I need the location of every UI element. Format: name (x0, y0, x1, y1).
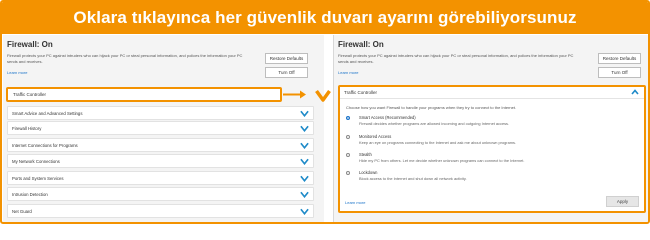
radio-button[interactable] (346, 171, 350, 175)
traffic-controller-section: Traffic Controller Choose how you want F… (338, 85, 646, 213)
page-title: Firewall: On (338, 40, 384, 49)
learn-more-link[interactable]: Learn more (345, 200, 365, 205)
option-description: Block access to the Internet and shut do… (359, 176, 467, 181)
option-name: Monitored Access (359, 134, 392, 139)
caption-banner: Oklara tıklayınca her güvenlik duvarı ay… (2, 2, 648, 34)
restore-defaults-button[interactable]: Restore Defaults (598, 53, 641, 64)
option-description: Firewall decides whether programs are al… (359, 121, 510, 126)
option-name: Lockdown (359, 170, 378, 175)
accordion-firewall-history[interactable]: Firewall History (7, 121, 314, 135)
chevron-down-icon[interactable] (300, 158, 309, 165)
accordion-label: Firewall History (12, 126, 42, 131)
arrow-right-icon (283, 90, 306, 99)
accordion-label: Traffic Controller (13, 92, 47, 97)
radio-button[interactable] (346, 135, 350, 139)
accordion-network-connections[interactable]: My Network Connections (7, 154, 314, 168)
accordion-label: Internet Connections for Programs (12, 143, 78, 148)
screenshot-frame: Oklara tıklayınca her güvenlik duvarı ay… (0, 0, 650, 224)
option-description: Keep an eye on programs connecting to th… (359, 140, 517, 145)
radio-button-selected[interactable] (346, 116, 350, 120)
accordion-label: Net Guard (12, 209, 32, 214)
accordion-intrusion-detection[interactable]: Intrusion Detection (7, 187, 314, 201)
turn-off-button[interactable]: Turn Off (265, 67, 308, 78)
section-title[interactable]: Traffic Controller (344, 90, 377, 95)
accordion-label: Intrusion Detection (12, 192, 48, 197)
firewall-panel-collapsed: Firewall: On Firewall protects your PC a… (3, 35, 324, 222)
chevron-down-icon[interactable] (300, 175, 309, 182)
accordion-label: Smart Advice and Advanced Settings (12, 111, 83, 116)
learn-more-link[interactable]: Learn more (7, 70, 27, 75)
traffic-controller-intro: Choose how you want Firewall to handle y… (346, 105, 517, 110)
divider (340, 98, 644, 99)
page-title: Firewall: On (7, 40, 53, 49)
accordion-smart-advice[interactable]: Smart Advice and Advanced Settings (7, 106, 314, 120)
chevron-down-icon[interactable] (300, 191, 309, 198)
chevron-down-icon[interactable] (300, 208, 309, 215)
restore-defaults-button[interactable]: Restore Defaults (265, 53, 308, 64)
accordion-internet-connections[interactable]: Internet Connections for Programs (7, 138, 314, 152)
accordion-ports-services[interactable]: Ports and System Services (7, 171, 314, 185)
chevron-down-icon[interactable] (300, 142, 309, 149)
turn-off-button[interactable]: Turn Off (598, 67, 641, 78)
accordion-label: Ports and System Services (12, 176, 64, 181)
option-name: Smart Access (Recommended) (359, 115, 416, 120)
chevron-down-icon[interactable] (300, 125, 309, 132)
firewall-description: Firewall protects your PC against intrud… (7, 53, 243, 64)
option-name: Stealth (359, 152, 372, 157)
accordion-traffic-controller[interactable]: Traffic Controller (6, 87, 282, 102)
chevron-down-icon[interactable] (300, 110, 309, 117)
chevron-up-icon[interactable] (631, 89, 639, 95)
radio-button[interactable] (346, 153, 350, 157)
apply-button[interactable]: Apply (606, 196, 639, 207)
accordion-label: My Network Connections (12, 159, 60, 164)
option-description: Hide my PC from others. Let me decide wh… (359, 158, 525, 163)
learn-more-link[interactable]: Learn more (338, 70, 358, 75)
accordion-net-guard[interactable]: Net Guard (7, 204, 314, 218)
chevron-down-icon[interactable] (315, 89, 331, 103)
firewall-description: Firewall protects your PC against intrud… (338, 53, 574, 64)
